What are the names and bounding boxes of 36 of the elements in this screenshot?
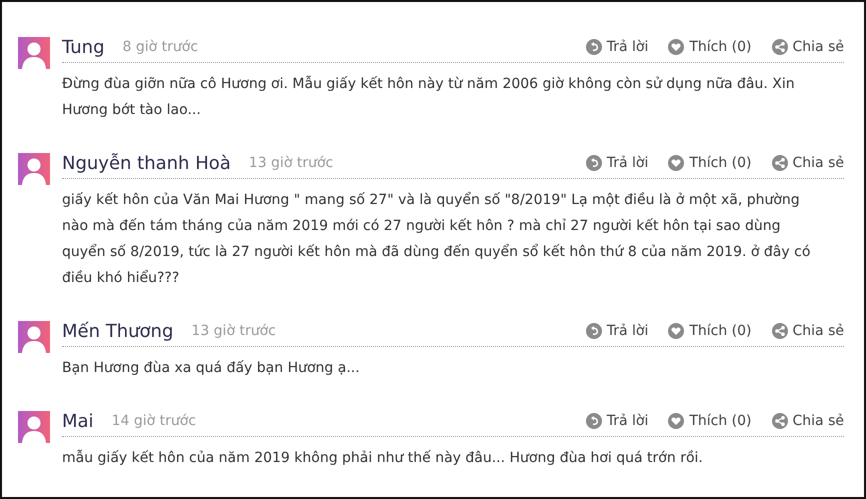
reply-link[interactable]: Trả lời [586,323,648,339]
comment-text: Đừng đùa giỡn nữa cô Hương ơi. Mẫu giấy kết hôn này từ năm 2006 giờ không còn sử dụng nữa đâu. Xin Hương bớt tào lao... [62,74,796,120]
comment-text: mẫu giấy kết hôn của năm 2019 không phải như thế này đâu... Hương đùa hơi quá trớn rồi. [62,448,704,468]
reply-icon [586,413,602,429]
comment-author: Mai [62,410,94,432]
comment-time: 14 giờ trước [112,413,196,429]
comment-text: giấy kết hôn của Văn Mai Hương " mang số 27" và là quyển số "8/2019" Lạ một điều là ở một xã, phường nào mà đến tám tháng của năm 2019 mới có 27 người kết hôn ? mà chỉ 27 người kết hôn tại sao dùng quyển số 8/2019, tức là 27 người kết hôn mà đã dùng đến quyển sổ kết hôn thứ 8 của năm 2019. ở đây có điều khó hiểu??? [62,190,812,288]
avatar-icon [18,37,50,69]
comment-time: 13 giờ trước [191,323,276,339]
share-link[interactable]: Chia sẻ [772,155,844,171]
share-link[interactable]: Chia sẻ [772,323,844,339]
comment-author: Tung [62,36,105,58]
share-icon [772,155,788,171]
reply-icon [586,39,602,55]
reply-link[interactable]: Trả lời [586,413,648,429]
like-link[interactable]: Thích (0) [668,155,752,171]
avatar-icon [18,153,50,185]
like-link[interactable]: Thích (0) [668,413,752,429]
share-link[interactable]: Chia sẻ [772,413,844,429]
avatar-icon [18,411,50,443]
share-icon [772,323,788,339]
like-link[interactable]: Thích (0) [668,39,752,55]
reply-icon [586,323,602,339]
comment-author: Nguyễn thanh Hoà [62,152,231,174]
comment-text: Bạn Hương đùa xa quá đấy bạn Hương ạ... [62,359,361,378]
comment-time: 13 giờ trước [248,155,334,171]
like-link[interactable]: Thích (0) [668,323,752,339]
share-icon [772,39,788,55]
comment-time: 8 giờ trước [122,39,198,55]
reply-link[interactable]: Trả lời [586,155,648,171]
share-icon [772,413,788,429]
reply-icon [586,155,602,171]
share-link[interactable]: Chia sẻ [772,39,844,55]
avatar-icon [18,321,50,353]
comment-author: Mến Thương [62,320,174,342]
reply-link[interactable]: Trả lời [586,39,648,55]
